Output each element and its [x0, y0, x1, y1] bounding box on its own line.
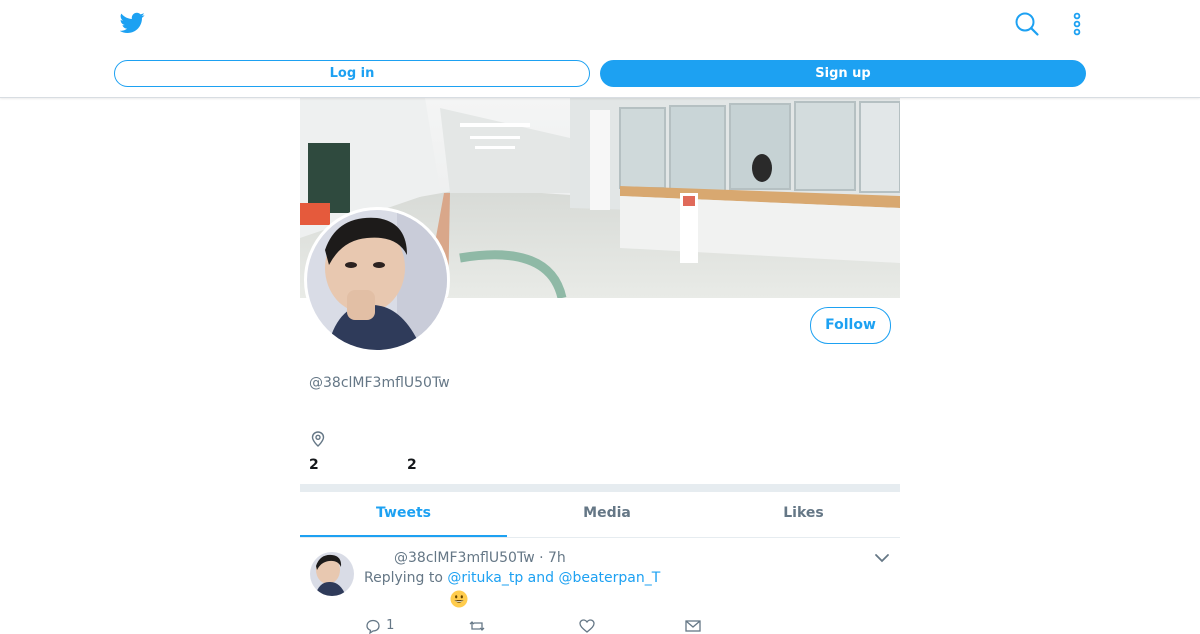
followers-count[interactable]: 2 [407, 457, 417, 473]
reply-user-link[interactable]: @rituka_tp [447, 570, 523, 586]
tweet-header: @38clMF3mflU50Tw · 7h [394, 550, 566, 566]
tweet-time[interactable]: 7h [548, 550, 566, 566]
grinning-face-emoji-icon [450, 590, 468, 608]
profile-handle: @38clMF3mflU50Tw [309, 375, 450, 391]
reply-conjunction: and [527, 570, 555, 586]
follow-button[interactable]: Follow [810, 307, 891, 344]
retweet-icon [469, 621, 485, 631]
profile-tabs: Tweets Media Likes [300, 492, 900, 538]
tweet-avatar[interactable] [310, 552, 354, 596]
heart-icon [579, 619, 595, 633]
tweet-replying-to: Replying to @rituka_tp and @beaterpan_T [364, 570, 660, 586]
reply-icon [366, 619, 380, 634]
reply-user-link[interactable]: @beaterpan_T [558, 570, 660, 586]
tab-likes[interactable]: Likes [707, 492, 900, 537]
profile-avatar[interactable] [304, 207, 450, 353]
section-divider [300, 484, 900, 492]
following-count[interactable]: 2 [309, 457, 319, 473]
tweet-item[interactable]: @38clMF3mflU50Tw · 7h Replying to @rituk… [300, 538, 900, 634]
twitter-bird-icon[interactable] [120, 12, 145, 34]
login-button[interactable]: Log in [114, 60, 590, 87]
tweet-handle[interactable]: @38clMF3mflU50Tw [394, 550, 535, 566]
tab-tweets[interactable]: Tweets [300, 492, 507, 537]
tab-media[interactable]: Media [507, 492, 707, 537]
search-icon[interactable] [1014, 11, 1040, 37]
more-options-icon[interactable] [1069, 12, 1085, 38]
replying-prefix: Replying to [364, 570, 443, 586]
reply-count: 1 [386, 618, 395, 633]
chevron-down-icon[interactable] [874, 552, 890, 564]
map-pin-icon [311, 431, 325, 447]
top-bar: Log in Sign up [0, 0, 1200, 98]
tweet-separator: · [539, 550, 544, 566]
envelope-icon [685, 620, 701, 632]
signup-button[interactable]: Sign up [600, 60, 1086, 87]
